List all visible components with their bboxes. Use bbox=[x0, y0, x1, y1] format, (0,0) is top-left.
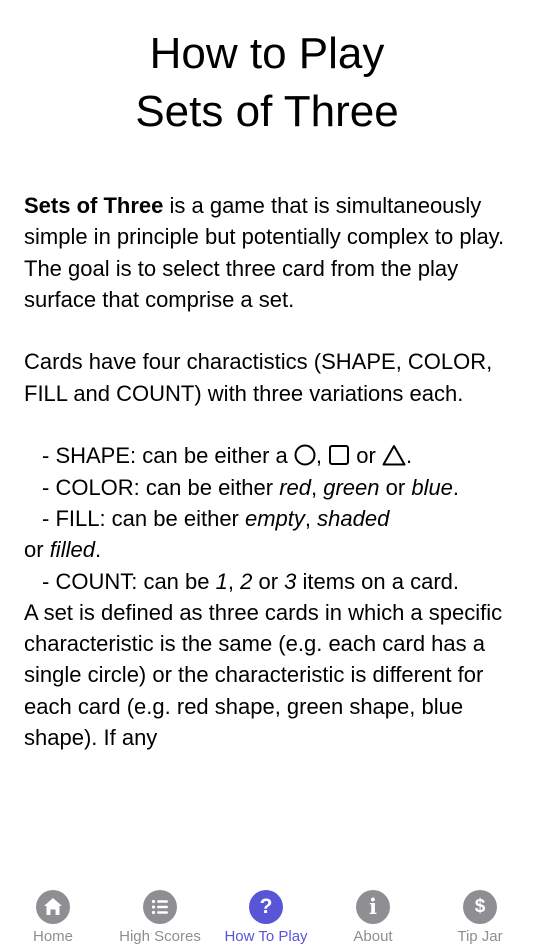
circle-shape-icon bbox=[294, 444, 316, 466]
page-title-line-2: Sets of Three bbox=[135, 87, 399, 136]
info-icon: i bbox=[356, 890, 390, 924]
tab-how-to-play[interactable]: ? How To Play bbox=[213, 890, 319, 950]
set-definition-paragraph: A set is defined as three cards in which… bbox=[24, 599, 503, 751]
tab-about[interactable]: i About bbox=[320, 890, 426, 950]
color-line: - COLOR: can be either red, green or blu… bbox=[42, 474, 460, 500]
tab-high-scores-label: High Scores bbox=[119, 928, 201, 945]
fill-line: - FILL: can be either empty, shaded bbox=[42, 505, 390, 531]
fill-line-wrap: or filled. bbox=[24, 537, 102, 563]
instructions-text: Sets of Three is a game that is simultan… bbox=[24, 190, 514, 850]
page-title-line-1: How to Play bbox=[149, 29, 385, 78]
dollar-icon: $ bbox=[463, 890, 497, 924]
tab-home-label: Home bbox=[32, 928, 73, 945]
intro-paragraph: Sets of Three is a game that is simultan… bbox=[24, 190, 514, 315]
triangle-shape-icon bbox=[382, 445, 406, 466]
tab-tip-jar[interactable]: $ Tip Jar bbox=[427, 890, 533, 950]
question-icon: ? bbox=[249, 890, 283, 924]
tab-about-label: About bbox=[353, 928, 393, 945]
house-icon bbox=[36, 890, 70, 924]
game-name: Sets of Three bbox=[24, 193, 164, 218]
tab-how-to-play-label: How To Play bbox=[224, 928, 308, 945]
square-shape-icon bbox=[329, 445, 350, 466]
tab-tip-jar-label: Tip Jar bbox=[457, 928, 503, 945]
tab-home[interactable]: Home bbox=[0, 890, 106, 950]
tab-bar: Home High Scores ? How To Play i About $… bbox=[0, 872, 534, 950]
list-icon bbox=[143, 890, 177, 924]
count-line: - COUNT: can be 1, 2 or 3 items on a car… bbox=[42, 568, 460, 594]
cards-paragraph: Cards have four charactistics (SHAPE, CO… bbox=[24, 349, 493, 406]
tab-high-scores[interactable]: High Scores bbox=[107, 890, 213, 950]
shape-line: - SHAPE: can be either a , or . bbox=[42, 443, 413, 469]
